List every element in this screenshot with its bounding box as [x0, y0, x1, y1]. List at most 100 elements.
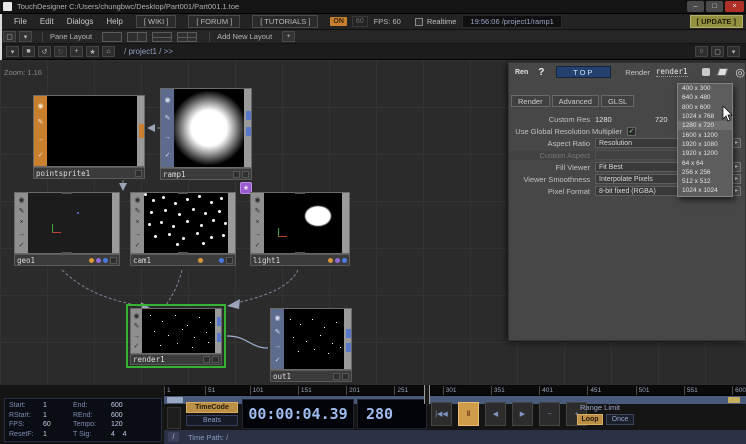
arrow-flag-icon[interactable]: →	[254, 231, 261, 238]
display-flag-icon[interactable]: ◉	[254, 197, 260, 204]
lock-flag-icon[interactable]: ✓	[165, 152, 171, 159]
bookmark-star-icon[interactable]: ★	[86, 46, 99, 57]
pickable-flag-dot[interactable]	[335, 258, 340, 263]
stop-icon[interactable]: ■	[22, 46, 35, 57]
top-output-connector[interactable]	[246, 111, 251, 120]
node-viewer[interactable]	[47, 96, 137, 166]
arrow-flag-icon[interactable]: →	[133, 333, 140, 340]
pane-circle-icon[interactable]: ○	[695, 46, 708, 57]
step-back-button[interactable]: ◀	[485, 402, 506, 426]
node-flag-column[interactable]: ◉ ✎ → ✓	[161, 89, 174, 167]
use-global-checkbox[interactable]: ✓	[627, 127, 636, 136]
arrow-flag-icon[interactable]: →	[134, 231, 141, 238]
node-label-cam1[interactable]: cam1	[130, 254, 236, 266]
menu-item-res[interactable]: 64 x 64	[678, 158, 732, 167]
beats-mode-button[interactable]: Beats	[186, 415, 238, 426]
edit-flag-icon[interactable]: ✎	[19, 208, 25, 215]
node-plus-button[interactable]	[212, 356, 219, 363]
res-height-field[interactable]: 720	[655, 115, 668, 124]
close-button[interactable]: ×	[725, 1, 744, 12]
timecode-mode-button[interactable]: TimeCode	[186, 402, 238, 413]
jump-start-button[interactable]	[167, 407, 181, 429]
render-flag-dot[interactable]	[198, 258, 203, 263]
bypass-flag-icon[interactable]: ×	[135, 219, 139, 226]
wiki-button[interactable]: [ WIKI ]	[136, 15, 177, 28]
node-viewer[interactable]	[264, 193, 342, 253]
range-start-handle[interactable]	[167, 397, 183, 403]
node-plus-button[interactable]	[135, 170, 142, 177]
on-toggle[interactable]: ON	[330, 17, 347, 26]
resetf-value[interactable]: 1	[43, 431, 73, 438]
node-flag-box[interactable]	[333, 373, 340, 380]
realtime-label[interactable]: Realtime	[427, 17, 457, 26]
range-end-handle[interactable]	[728, 397, 740, 403]
slash-button[interactable]: /	[168, 432, 179, 442]
pane-maximize-icon[interactable]: ▢	[711, 46, 724, 57]
layout-preset-split-v[interactable]	[127, 32, 147, 42]
node-label-render1[interactable]: render1	[130, 354, 222, 365]
bypass-flag-icon[interactable]: ×	[255, 219, 259, 226]
menu-arrow-icon[interactable]: ▸	[732, 138, 741, 148]
display-flag-icon[interactable]: ◉	[134, 197, 140, 204]
playhead[interactable]	[424, 385, 430, 404]
node-label-light1[interactable]: light1	[250, 254, 350, 266]
play-forward-button[interactable]: ▶	[512, 402, 533, 426]
node-flag-box[interactable]	[233, 171, 240, 178]
edit-flag-icon[interactable]: ✎	[134, 323, 140, 330]
fps-value[interactable]: 60	[43, 421, 73, 428]
timeline-ruler[interactable]: 1 51 101 151 201 251 301 351 401 451 501…	[164, 385, 746, 396]
top-output-connector[interactable]	[217, 333, 221, 342]
res-width-field[interactable]: 1280	[595, 115, 655, 124]
display-flag-icon[interactable]: ◉	[274, 315, 280, 322]
start-value[interactable]: 1	[43, 402, 73, 409]
display-flag-icon[interactable]: ◉	[37, 103, 43, 110]
top-output-connector[interactable]	[346, 329, 351, 338]
eraser-icon[interactable]	[717, 68, 729, 76]
menu-dialogs[interactable]: Dialogs	[67, 17, 94, 26]
menu-item-res[interactable]: 640 x 480	[678, 93, 732, 102]
display-flag-dot[interactable]	[342, 258, 347, 263]
fps-target-box[interactable]: 60	[352, 16, 368, 27]
node-plus-button[interactable]	[342, 373, 349, 380]
breadcrumb[interactable]: / project1 / >>	[124, 47, 173, 56]
edit-flag-icon[interactable]: ✎	[165, 115, 171, 122]
bypass-flag-icon[interactable]: ×	[19, 219, 23, 226]
tsig-value[interactable]: 4 4	[111, 431, 157, 438]
help-icon[interactable]: ?	[538, 67, 544, 78]
arrow-flag-icon[interactable]: →	[18, 231, 25, 238]
menu-edit[interactable]: Edit	[40, 17, 54, 26]
menu-item-res[interactable]: 400 x 300	[678, 84, 732, 93]
node-flag-column[interactable]: ◉ ✎ × → ✓	[15, 193, 28, 253]
menu-item-res[interactable]: 1600 x 1200	[678, 130, 732, 139]
menu-arrow-icon[interactable]: ▸	[732, 162, 741, 172]
pane-collapse-icon[interactable]: ▾	[727, 46, 740, 57]
edit-flag-icon[interactable]: ✎	[135, 208, 141, 215]
maximize-button[interactable]: □	[706, 1, 723, 12]
once-button[interactable]: Once	[606, 414, 634, 425]
render-flag-dot[interactable]	[89, 258, 94, 263]
forum-button[interactable]: [ FORUM ]	[188, 15, 240, 28]
tab-glsl[interactable]: GLSL	[601, 95, 634, 107]
node-render1[interactable]: ◉ ✎ → ✓	[130, 308, 222, 354]
node-flag-column[interactable]: ◉ ✎ → ✓	[34, 96, 47, 166]
pause-button[interactable]: ‖	[458, 402, 479, 426]
comp-input-connector[interactable]	[62, 192, 72, 194]
tempo-value[interactable]: 120	[111, 421, 157, 428]
node-flag-box[interactable]	[203, 356, 210, 363]
menu-item-res[interactable]: 1024 x 1024	[678, 186, 732, 195]
node-pointsprite1[interactable]: ◉ ✎ → ✓	[33, 95, 145, 167]
menu-item-res[interactable]: 256 x 256	[678, 168, 732, 177]
menu-arrow-icon[interactable]: ▸	[732, 186, 741, 196]
menu-item-res[interactable]: 1920 x 1200	[678, 149, 732, 158]
comment-icon[interactable]	[702, 68, 711, 76]
layout-preset-split-h[interactable]	[152, 32, 172, 42]
realtime-checkbox-icon[interactable]	[415, 18, 423, 26]
display-flag-icon[interactable]: ◉	[18, 197, 24, 204]
edit-flag-icon[interactable]: ✎	[275, 329, 281, 336]
node-plus-button[interactable]	[226, 257, 233, 264]
node-label-out1[interactable]: out1	[270, 370, 352, 382]
node-flag-column[interactable]: ◉ ✎ × → ✓	[131, 193, 144, 253]
end-value[interactable]: 600	[111, 402, 157, 409]
add-layout-button[interactable]: +	[282, 31, 295, 42]
menu-item-res[interactable]: 512 x 512	[678, 177, 732, 186]
